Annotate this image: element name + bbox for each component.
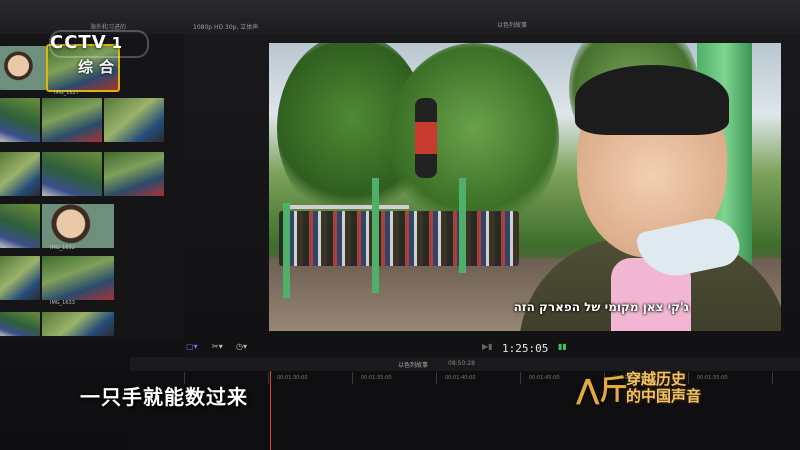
ruler-label: 00:01:40:00 [445,375,476,381]
clip-label: IMG_1633 [50,300,75,306]
speed-tool-icon[interactable]: ◷▾ [236,342,247,351]
scene-pole [459,178,466,273]
scene-pole [283,203,290,298]
channel-sub: 综合 [78,58,121,76]
presenter-hair [575,65,729,135]
clip-thumbnail[interactable] [42,204,114,248]
clip-row [0,152,164,196]
clip-thumbnail[interactable] [0,46,46,90]
viewer-subtitle: ג'קי צאן מקומי של הפארק הזה [513,300,689,314]
clip-thumbnail[interactable] [104,98,164,142]
clip-thumbnail[interactable] [42,98,102,142]
clip-browser: IMG_1627 IMG_1632 IMG_1633 [0,34,184,339]
app-toolbar: 海外和习进的 1080p HD 30p, 立体声 [0,0,800,34]
channel-logo: CCTV 1 综合 [49,30,149,76]
video-viewer[interactable]: ג'קי צאן מקומי של הפארק הזה [269,43,781,331]
ruler-label: 00:01:45:00 [529,375,560,381]
play-icon[interactable]: ▶▮ [482,342,493,351]
clip-row [0,312,114,336]
format-label: 1080p HD 30p, 立体声 [193,24,259,31]
program-title-line2: 的中国声音 [626,387,702,405]
clip-thumbnail[interactable] [42,152,102,196]
clip-thumbnail[interactable] [42,256,114,300]
scene-bar [289,205,409,209]
select-tool-icon[interactable]: ▢▾ [186,342,198,351]
trim-tool-icon[interactable]: ✂▾ [212,342,223,351]
clip-row [0,98,164,142]
scene-presenter [519,63,781,331]
clip-thumbnail[interactable] [0,256,40,300]
timeline-playhead[interactable] [270,371,271,450]
timeline-title: 以色列故事 [398,362,429,369]
ear-logo-icon: ⋀斤 [576,373,628,406]
clip-thumbnail[interactable] [0,204,40,248]
viewer-title: 以色列故事 [497,22,528,29]
ruler-label: 00:01:30:00 [277,375,308,381]
broadcast-caption: 一只手就能数过来 [80,385,248,409]
clip-label: IMG_1627 [54,90,79,96]
clip-label: IMG_1632 [50,245,75,251]
clip-thumbnail[interactable] [104,152,164,196]
clip-thumbnail[interactable] [0,312,40,336]
program-logo: ⋀斤 穿越历史 的中国声音 [576,366,744,406]
scene-crowd [279,211,519,266]
timecode-display[interactable]: 1:25:05 [502,342,548,355]
logo-ring [49,30,149,58]
clip-thumbnail[interactable] [0,98,40,142]
scene-pole [372,178,379,293]
scene-gymnast [415,98,437,178]
timeline-duration: 08:50:28 [448,360,475,367]
audio-meter-icon: ▮▮ [558,342,567,351]
clip-thumbnail[interactable] [42,312,114,336]
ruler-label: 00:01:35:00 [361,375,392,381]
clip-thumbnail[interactable] [0,152,40,196]
clip-row [0,256,114,300]
clip-row [0,204,114,248]
